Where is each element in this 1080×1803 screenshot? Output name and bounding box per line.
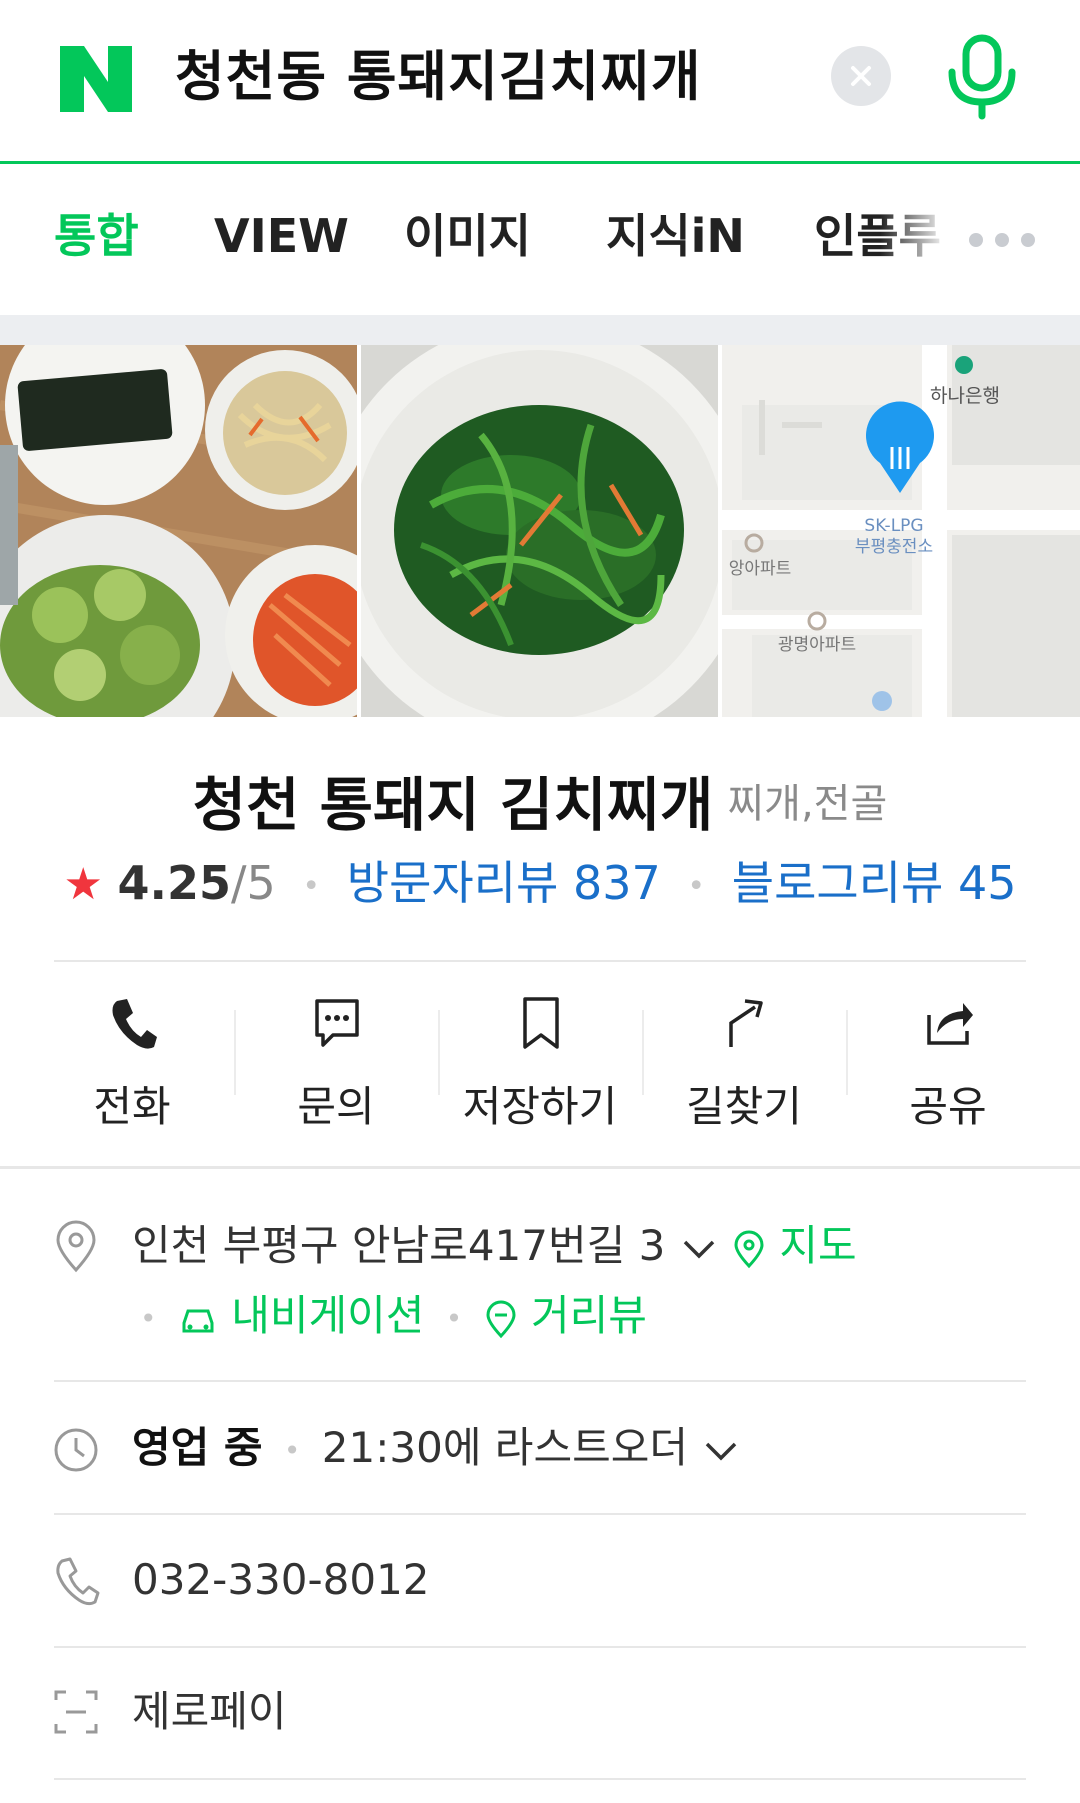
place-category: 찌개,전골: [727, 781, 888, 827]
chevron-down-icon: [706, 1442, 737, 1460]
map-label-poi-1: SK-LPG: [864, 516, 923, 536]
directions-icon: [729, 999, 763, 1047]
tab-integrated[interactable]: 통합: [54, 203, 139, 269]
blog-reviews-label: 블로그리뷰: [731, 856, 944, 910]
map-pin-icon: [734, 1230, 764, 1268]
separator-dot: •: [445, 1301, 463, 1335]
streetview-label: 거리뷰: [531, 1291, 647, 1340]
rating-score: 4.25: [117, 856, 232, 910]
visitor-reviews-count: 837: [572, 856, 661, 910]
car-icon: [182, 1309, 214, 1332]
divider: [54, 960, 1026, 962]
blog-reviews-link[interactable]: 블로그리뷰 45: [732, 856, 1017, 910]
inquiry-button[interactable]: 문의: [234, 975, 438, 1145]
map-label-poi-2: 부평충전소: [855, 537, 933, 557]
more-tabs-icon[interactable]: [966, 230, 1046, 250]
separator-dot: •: [302, 868, 321, 904]
map-link-label: 지도: [779, 1221, 857, 1270]
clock-icon: [54, 1428, 98, 1472]
search-tabs: 통합 VIEW 이미지 지식iN 인플루: [0, 167, 1080, 315]
tab-knowledge-in[interactable]: 지식iN: [606, 203, 745, 269]
address-text[interactable]: 인천 부평구 안남로417번길 3: [132, 1221, 665, 1270]
naver-logo-icon[interactable]: [60, 46, 132, 112]
address-links-row: • 내비게이션 • 거리뷰: [132, 1286, 647, 1349]
section-divider: [0, 1166, 1080, 1169]
microphone-icon[interactable]: [946, 34, 1018, 120]
hours-status: 영업 중: [132, 1423, 263, 1472]
blog-reviews-count: 45: [957, 856, 1017, 910]
location-pin-icon: [56, 1220, 96, 1273]
divider: [54, 1513, 1026, 1515]
close-icon: [851, 66, 871, 86]
divider: [54, 1380, 1026, 1382]
save-label: 저장하기: [462, 1082, 618, 1131]
divider: [54, 1646, 1026, 1648]
photo-strip: 하나은행 SK-LPG 부평충전소 앙아파트 광명아파트: [0, 345, 1080, 717]
call-label: 전화: [93, 1082, 171, 1131]
map-thumbnail[interactable]: 하나은행 SK-LPG 부평충전소 앙아파트 광명아파트: [722, 345, 1080, 717]
rating-max: /5: [231, 856, 276, 910]
tab-fade: [880, 187, 960, 287]
navigation-label: 내비게이션: [231, 1291, 425, 1340]
hours-detail: 21:30에 라스트오더: [321, 1423, 689, 1472]
share-button[interactable]: 공유: [846, 975, 1050, 1145]
zeropay-label: 제로페이: [132, 1687, 287, 1736]
map-label-apt-2: 광명아파트: [778, 635, 856, 655]
search-bar: 청천동 통돼지김치찌개: [0, 0, 1080, 164]
hours-row[interactable]: 영업 중 • 21:30에 라스트오더: [132, 1418, 741, 1481]
navigation-link[interactable]: 내비게이션: [178, 1291, 438, 1340]
search-input[interactable]: 청천동 통돼지김치찌개: [175, 40, 702, 114]
inquiry-label: 문의: [297, 1082, 375, 1131]
section-separator: [0, 315, 1080, 345]
place-name[interactable]: 청천 통돼지 김치찌개: [193, 771, 714, 839]
directions-button[interactable]: 길찾기: [642, 975, 846, 1145]
directions-label: 길찾기: [686, 1082, 802, 1131]
visitor-reviews-link[interactable]: 방문자리뷰 837: [347, 856, 661, 910]
action-bar: 전화 문의 저장하기 길찾기 공유: [0, 975, 1080, 1145]
rating-line: ★ 4.25/5 • 방문자리뷰 837 • 블로그리뷰 45: [0, 850, 1080, 920]
address-row: 인천 부평구 안남로417번길 3 지도: [132, 1216, 857, 1276]
phone-icon: [56, 1557, 100, 1606]
tab-images[interactable]: 이미지: [404, 203, 531, 269]
chevron-down-icon[interactable]: [679, 1234, 719, 1264]
clear-search-button[interactable]: [831, 46, 891, 106]
tab-view[interactable]: VIEW: [214, 203, 349, 269]
zeropay-icon: [54, 1690, 98, 1734]
save-button[interactable]: 저장하기: [438, 975, 642, 1145]
star-icon: ★: [63, 859, 103, 910]
map-label-bank: 하나은행: [930, 385, 1000, 407]
call-button[interactable]: 전화: [30, 975, 234, 1145]
visitor-reviews-label: 방문자리뷰: [346, 856, 559, 910]
map-label-apt-1: 앙아파트: [729, 559, 792, 579]
divider: [54, 1778, 1026, 1780]
photo-seasoned-greens[interactable]: [361, 345, 718, 717]
separator-dot: •: [283, 1433, 301, 1467]
share-label: 공유: [909, 1082, 987, 1131]
phone-number[interactable]: 032-330-8012: [132, 1550, 430, 1610]
phone-icon: [112, 999, 157, 1049]
separator-dot: •: [687, 868, 706, 904]
photo-side-dishes[interactable]: [0, 345, 357, 717]
map-link[interactable]: 지도: [732, 1221, 857, 1270]
separator-dot: •: [140, 1301, 157, 1335]
streetview-link[interactable]: 거리뷰: [484, 1291, 647, 1340]
place-title-line: 청천 통돼지 김치찌개 찌개,전골: [0, 758, 1080, 842]
streetview-icon: [486, 1300, 516, 1338]
share-icon: [927, 1003, 973, 1045]
bookmark-icon: [523, 997, 559, 1049]
chat-icon: [315, 999, 359, 1047]
